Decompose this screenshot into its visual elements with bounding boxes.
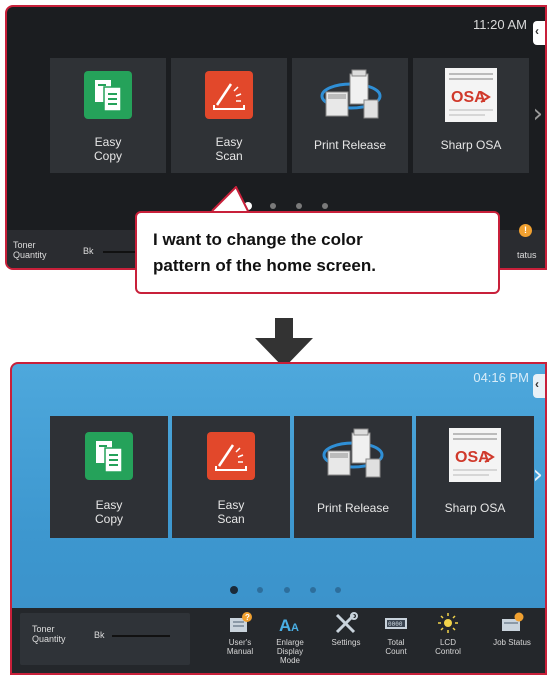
toner-color-label: Bk <box>83 246 94 256</box>
page-dot[interactable] <box>310 587 316 593</box>
tile-label: Easy Copy <box>94 498 123 526</box>
page-dot[interactable] <box>257 587 263 593</box>
tile-easy-copy[interactable]: Easy Copy <box>50 58 166 173</box>
side-panel-tab[interactable]: ‹ <box>533 374 545 398</box>
clock: 11:20 AM <box>473 17 527 32</box>
tile-label: Easy Copy <box>93 135 122 163</box>
print-release-icon <box>322 428 384 478</box>
tile-easy-scan[interactable]: Easy Scan <box>171 58 287 173</box>
scan-icon <box>205 71 253 119</box>
job-status-partial-label[interactable]: tatus <box>517 250 537 260</box>
tile-label: Print Release <box>313 138 387 152</box>
tool-label: Total Count <box>385 638 407 656</box>
home-screen-after: 04:16 PM ‹ Easy Copy Easy Scan Print Rel… <box>10 362 547 675</box>
tool-label: LCD Control <box>435 638 461 656</box>
svg-text:?: ? <box>245 613 250 622</box>
page-dot[interactable] <box>284 587 290 593</box>
copy-icon <box>85 432 133 480</box>
tool-label: Enlarge Display Mode <box>276 638 304 665</box>
settings-icon <box>333 612 359 634</box>
toner-level-bar <box>112 635 170 637</box>
manual-icon: ? <box>227 612 253 634</box>
copy-icon <box>84 71 132 119</box>
svg-text:0000: 0000 <box>388 621 403 628</box>
lcd-control-button[interactable]: LCD Control <box>420 612 476 656</box>
tool-label: Job Status <box>493 638 531 647</box>
tile-label: Print Release <box>316 501 390 515</box>
toner-status-box: Toner Quantity Bk <box>20 613 190 665</box>
tile-label: Easy Scan <box>217 498 245 526</box>
page-dot[interactable] <box>270 203 276 209</box>
enlarge-display-icon: A A <box>277 612 303 635</box>
chevron-left-icon: ‹ <box>535 24 539 38</box>
page-dot-active[interactable] <box>230 586 238 594</box>
tool-label: User's Manual <box>226 638 254 656</box>
svg-text:A: A <box>291 622 299 634</box>
page-dot[interactable] <box>335 587 341 593</box>
toner-color-label: Bk <box>94 630 105 640</box>
users-manual-button[interactable]: ? User's Manual <box>212 612 268 656</box>
tile-label: Sharp OSA <box>444 501 506 515</box>
sharp-osa-icon: OSA <box>449 428 501 482</box>
tile-label: Easy Scan <box>215 135 243 163</box>
tile-sharp-osa[interactable]: OSA Sharp OSA <box>416 416 534 538</box>
toner-quantity-label: Toner Quantity <box>32 624 66 644</box>
chevron-left-icon: ‹ <box>535 377 539 391</box>
side-panel-tab[interactable]: ‹ <box>533 21 545 45</box>
toner-quantity-label: Toner Quantity <box>13 240 47 260</box>
lcd-control-icon <box>435 612 461 634</box>
total-count-icon: 0000 <box>383 612 409 634</box>
svg-text:OSA: OSA <box>455 449 490 466</box>
callout-line-1: I want to change the color <box>153 230 363 249</box>
total-count-button[interactable]: 0000 Total Count <box>368 612 424 656</box>
job-status-button[interactable]: Job Status <box>484 612 540 647</box>
job-status-icon <box>499 612 525 634</box>
settings-button[interactable]: Settings <box>318 612 374 647</box>
chevron-right-icon[interactable]: › <box>533 99 543 129</box>
tile-label: Sharp OSA <box>440 138 502 152</box>
svg-text:A: A <box>279 616 291 634</box>
tile-easy-copy[interactable]: Easy Copy <box>50 416 168 538</box>
down-arrow-icon <box>255 318 313 368</box>
sharp-osa-icon: OSA <box>445 68 497 122</box>
notification-badge: ! <box>519 224 532 237</box>
svg-text:OSA: OSA <box>451 89 486 106</box>
tile-print-release[interactable]: Print Release <box>292 58 408 173</box>
scan-icon <box>207 432 255 480</box>
tile-print-release[interactable]: Print Release <box>294 416 412 538</box>
callout-line-2: pattern of the home screen. <box>153 256 376 275</box>
page-dot[interactable] <box>296 203 302 209</box>
page-dot[interactable] <box>322 203 328 209</box>
chevron-right-icon[interactable]: › <box>533 460 543 490</box>
enlarge-display-mode-button[interactable]: A A Enlarge Display Mode <box>262 612 318 665</box>
speech-callout: I want to change the color pattern of th… <box>135 211 500 294</box>
print-release-icon <box>320 69 382 119</box>
tile-easy-scan[interactable]: Easy Scan <box>172 416 290 538</box>
tool-label: Settings <box>331 638 361 647</box>
tile-sharp-osa[interactable]: OSA Sharp OSA <box>413 58 529 173</box>
clock: 04:16 PM <box>473 370 529 385</box>
bottom-bar: Toner Quantity Bk ? User's Manual A A En… <box>12 608 545 673</box>
